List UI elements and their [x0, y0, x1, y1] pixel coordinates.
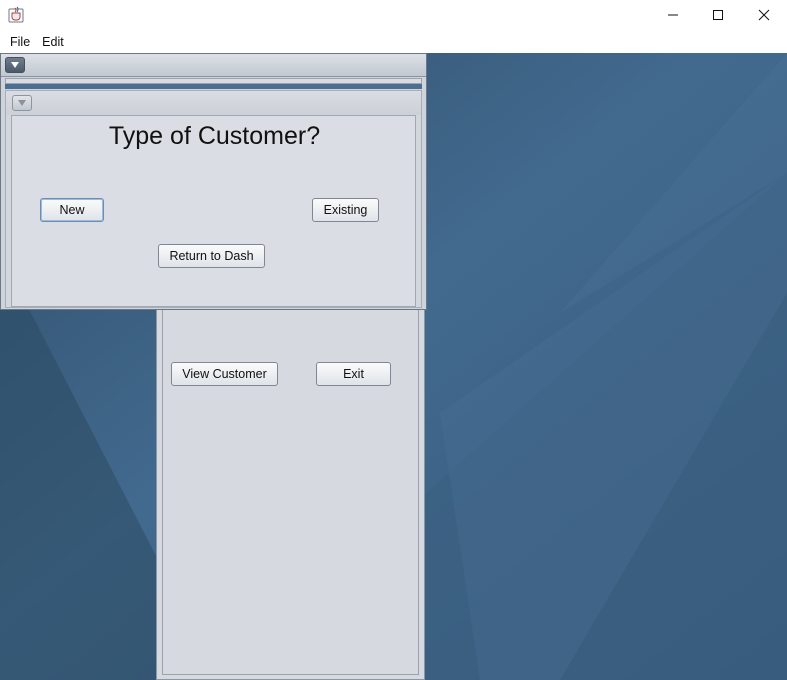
dashboard-content — [162, 304, 419, 675]
exit-button[interactable]: Exit — [316, 362, 391, 386]
java-app-icon — [8, 6, 24, 23]
nested-frame-titlebar[interactable] — [6, 91, 421, 115]
frame-accent-bar — [5, 84, 422, 89]
maximize-button[interactable] — [695, 0, 741, 30]
customer-type-heading: Type of Customer? — [108, 122, 321, 150]
minimize-icon — [668, 14, 678, 16]
window-titlebar — [0, 0, 787, 30]
menu-bar: File Edit — [0, 30, 787, 53]
customer-type-frame: Type of Customer? New Existing Return to… — [0, 53, 427, 310]
dashboard-frame: View Customer Exit — [156, 303, 425, 680]
maximize-icon — [713, 10, 723, 20]
nested-internal-frame: Type of Customer? New Existing Return to… — [5, 90, 422, 308]
triangle-down-icon — [11, 62, 19, 68]
triangle-down-icon — [18, 100, 26, 106]
return-to-dash-button[interactable]: Return to Dash — [158, 244, 265, 268]
view-customer-button[interactable]: View Customer — [171, 362, 278, 386]
close-icon — [758, 9, 770, 21]
existing-customer-button[interactable]: Existing — [312, 198, 379, 222]
menu-edit[interactable]: Edit — [36, 35, 70, 49]
close-button[interactable] — [741, 0, 787, 30]
minimize-button[interactable] — [650, 0, 696, 30]
frame-titlebar[interactable] — [1, 54, 426, 77]
nested-frame-menu-button[interactable] — [12, 95, 32, 111]
desktop-pane: View Customer Exit Type of Customer? New… — [0, 53, 787, 680]
new-customer-button[interactable]: New — [40, 198, 104, 222]
frame-menu-button[interactable] — [5, 57, 25, 73]
menu-file[interactable]: File — [4, 35, 36, 49]
customer-type-panel: Type of Customer? New Existing Return to… — [11, 115, 416, 307]
